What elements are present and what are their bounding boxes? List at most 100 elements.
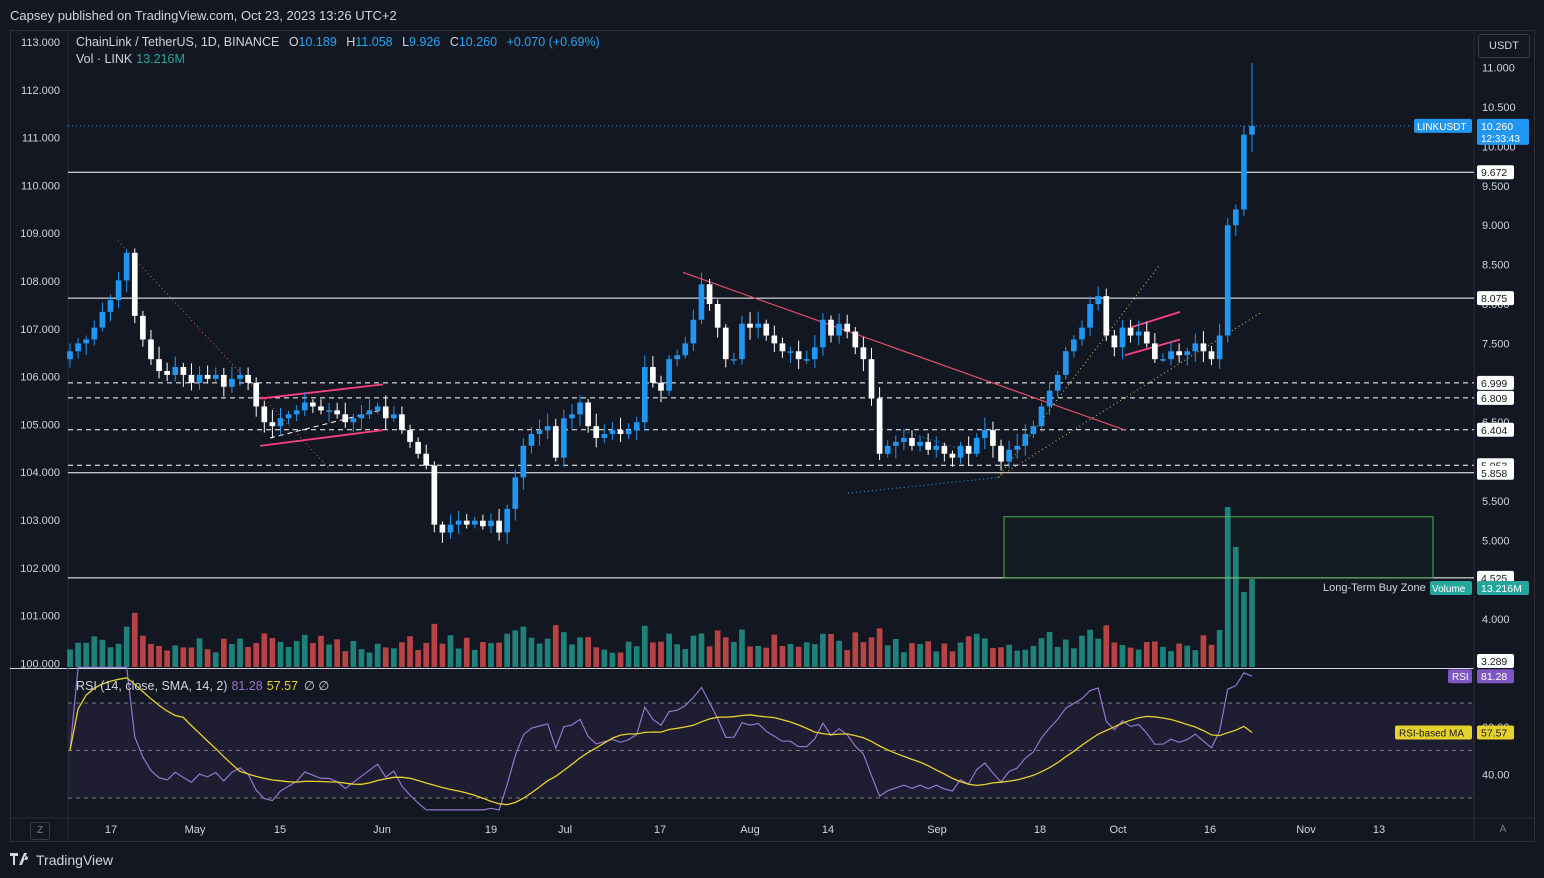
candle-body[interactable] — [91, 327, 98, 340]
candle-body[interactable] — [892, 441, 899, 446]
candle-body[interactable] — [755, 323, 761, 328]
candle-body[interactable] — [496, 520, 502, 533]
candle-body[interactable] — [374, 406, 381, 411]
candle-body[interactable] — [609, 430, 616, 435]
candle-body[interactable] — [860, 347, 867, 360]
candle-body[interactable] — [998, 445, 1004, 462]
candle-body[interactable] — [625, 430, 632, 435]
candle-body[interactable] — [366, 410, 373, 415]
candle-body[interactable] — [350, 418, 357, 423]
candle-body[interactable] — [269, 422, 276, 427]
candle-body[interactable] — [172, 367, 179, 375]
candle-body[interactable] — [310, 402, 316, 407]
candle-body[interactable] — [1216, 335, 1223, 360]
candle-body[interactable] — [552, 426, 559, 458]
candle-body[interactable] — [1200, 343, 1207, 352]
candle-body[interactable] — [933, 445, 940, 450]
candle-body[interactable] — [1241, 134, 1247, 210]
candle-body[interactable] — [763, 323, 770, 336]
candle-body[interactable] — [528, 434, 535, 446]
candle-body[interactable] — [123, 252, 130, 281]
candle-body[interactable] — [471, 520, 478, 525]
zoom-reset-button[interactable]: Z — [30, 822, 50, 840]
candle-body[interactable] — [1111, 335, 1118, 348]
candle-body[interactable] — [131, 252, 138, 316]
candle-body[interactable] — [480, 520, 486, 527]
candle-body[interactable] — [67, 351, 73, 360]
candle-body[interactable] — [569, 414, 575, 419]
candle-body[interactable] — [1006, 449, 1012, 462]
candle-body[interactable] — [342, 414, 349, 423]
candle-body[interactable] — [115, 280, 122, 301]
candle-body[interactable] — [682, 343, 689, 356]
candle-body[interactable] — [245, 374, 251, 383]
candle-body[interactable] — [204, 374, 211, 379]
candle-body[interactable] — [1038, 406, 1045, 427]
candle-body[interactable] — [1168, 351, 1174, 360]
candle-body[interactable] — [1143, 331, 1150, 344]
candle-body[interactable] — [358, 414, 365, 419]
candle-body[interactable] — [140, 315, 146, 340]
candle-body[interactable] — [1249, 125, 1255, 135]
candle-body[interactable] — [439, 524, 446, 533]
candle-body[interactable] — [965, 445, 972, 454]
candle-body[interactable] — [666, 359, 672, 391]
candle-body[interactable] — [253, 382, 260, 407]
candle-body[interactable] — [423, 453, 430, 466]
candle-body[interactable] — [658, 382, 664, 391]
candle-body[interactable] — [1079, 327, 1085, 340]
candle-body[interactable] — [617, 430, 624, 435]
candle-body[interactable] — [391, 414, 397, 419]
candle-body[interactable] — [463, 520, 470, 525]
candle-body[interactable] — [188, 374, 195, 383]
candle-body[interactable] — [941, 445, 948, 454]
candle-body[interactable] — [1046, 390, 1053, 407]
candle-body[interactable] — [884, 445, 891, 454]
candle-body[interactable] — [455, 520, 462, 525]
candle-body[interactable] — [512, 477, 519, 509]
candle-body[interactable] — [447, 524, 454, 533]
candle-body[interactable] — [407, 430, 413, 442]
candle-body[interactable] — [1030, 426, 1037, 435]
candle-body[interactable] — [949, 453, 956, 458]
candle-body[interactable] — [334, 410, 340, 415]
candle-body[interactable] — [99, 311, 106, 328]
candle-body[interactable] — [876, 398, 883, 454]
candle-body[interactable] — [771, 335, 778, 344]
candle-body[interactable] — [561, 418, 567, 458]
candle-body[interactable] — [852, 331, 859, 348]
candle-body[interactable] — [706, 284, 713, 304]
candle-body[interactable] — [1127, 327, 1134, 336]
candle-body[interactable] — [633, 422, 640, 431]
candle-body[interactable] — [1054, 374, 1061, 391]
candle-body[interactable] — [1095, 296, 1102, 304]
rsi-label[interactable]: RSI (14, close, SMA, 14, 2) — [76, 679, 227, 693]
candle-body[interactable] — [787, 351, 794, 353]
candle-body[interactable] — [520, 445, 527, 478]
candle-body[interactable] — [180, 367, 187, 375]
candle-body[interactable] — [220, 374, 227, 387]
candle-body[interactable] — [982, 430, 988, 438]
candle-body[interactable] — [917, 441, 923, 446]
tradingview-brand[interactable]: TradingView — [36, 852, 113, 868]
candle-body[interactable] — [901, 437, 907, 442]
candle-body[interactable] — [75, 343, 81, 352]
candle-body[interactable] — [1014, 445, 1021, 450]
candle-body[interactable] — [828, 319, 834, 336]
candle-body[interactable] — [1062, 351, 1069, 375]
candle-body[interactable] — [1103, 296, 1110, 336]
candle-body[interactable] — [601, 434, 608, 438]
candle-body[interactable] — [690, 319, 697, 344]
candle-body[interactable] — [973, 437, 980, 454]
candle-body[interactable] — [237, 374, 243, 379]
candle-body[interactable] — [164, 370, 170, 375]
candle-body[interactable] — [739, 323, 745, 360]
candle-body[interactable] — [1087, 304, 1093, 328]
candle-body[interactable] — [1152, 343, 1158, 360]
candle-body[interactable] — [1160, 359, 1166, 361]
candle-body[interactable] — [1135, 331, 1142, 336]
candle-body[interactable] — [399, 414, 405, 431]
candle-body[interactable] — [650, 367, 656, 383]
candle-body[interactable] — [156, 359, 162, 371]
candle-body[interactable] — [722, 327, 729, 360]
